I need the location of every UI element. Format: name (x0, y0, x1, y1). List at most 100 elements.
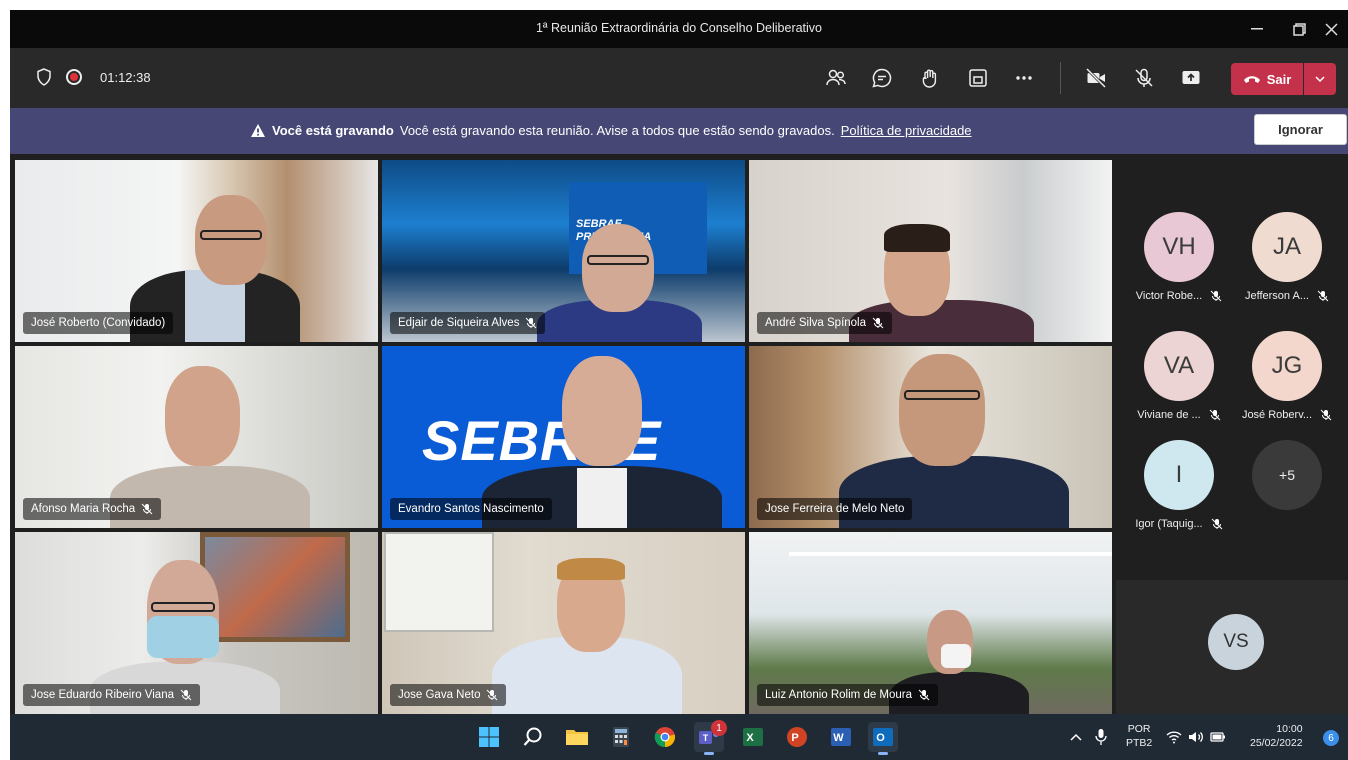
reactions-button[interactable] (916, 64, 944, 92)
language-indicator[interactable]: POR PTB2 (1126, 722, 1152, 750)
warning-icon (251, 124, 265, 137)
recording-icon[interactable] (66, 69, 82, 85)
svg-text:X: X (746, 732, 754, 744)
camera-toggle[interactable] (1082, 64, 1110, 92)
tile-nameplate: Edjair de Siqueira Alves (390, 312, 546, 334)
participant-head (195, 195, 267, 285)
participant-avatar[interactable]: I Igor (Taquig... (1124, 440, 1234, 530)
video-tile[interactable]: SEBRAE Evandro Santos Nascimento (382, 346, 745, 528)
close-icon (1324, 22, 1338, 36)
chrome-button[interactable] (650, 722, 680, 752)
mic-off-icon (872, 317, 884, 329)
calculator-icon (613, 727, 629, 747)
excel-button[interactable]: X (738, 722, 768, 752)
participant-name: Victor Robe... (1135, 290, 1203, 302)
participant-avatar[interactable]: JA Jefferson A... (1232, 212, 1342, 302)
banner-text: Você está gravando esta reunião. Avise a… (399, 123, 835, 138)
participant-avatar[interactable]: VH Victor Robe... (1124, 212, 1234, 302)
participant-name: André Silva Spínola (765, 317, 867, 329)
meeting-toolbar: 01:12:38 Sair (10, 48, 1348, 108)
mic-off-icon (1211, 518, 1222, 530)
windows-logo-icon (479, 727, 499, 747)
outlook-button[interactable]: O (868, 722, 898, 755)
participant-hair (557, 558, 625, 580)
rooms-button[interactable] (964, 64, 992, 92)
participant-avatar[interactable]: VA Viviane de ... (1124, 331, 1234, 421)
svg-text:O: O (876, 732, 885, 744)
powerpoint-button[interactable]: P (782, 722, 812, 752)
leave-options-button[interactable] (1304, 63, 1336, 95)
active-indicator (704, 752, 714, 755)
video-tile[interactable]: Jose Eduardo Ribeiro Viana (15, 532, 378, 714)
mic-off-icon (141, 503, 153, 515)
meeting-status: 01:12:38 (36, 68, 151, 86)
mic-off-icon (918, 689, 930, 701)
minimize-button[interactable] (1242, 16, 1272, 42)
clock[interactable]: 10:00 25/02/2022 (1250, 722, 1303, 750)
banner-message: Você está gravando Você está gravando es… (250, 123, 972, 138)
video-tile[interactable]: José Roberto (Convidado) (15, 160, 378, 342)
video-tile[interactable]: Luiz Antonio Rolim de Moura (749, 532, 1112, 714)
avatar-circle: VH (1144, 212, 1214, 282)
chat-button[interactable] (868, 64, 896, 92)
participant-name: Edjair de Siqueira Alves (398, 317, 520, 329)
avatar-initials: I (1175, 461, 1183, 488)
chrome-icon (654, 727, 676, 748)
maximize-button[interactable] (1284, 16, 1314, 42)
tray-overflow-button[interactable] (1066, 722, 1086, 752)
notification-badge[interactable]: 6 (1323, 730, 1339, 746)
more-actions-button[interactable] (1010, 64, 1038, 92)
quick-settings-button[interactable] (1166, 722, 1226, 752)
participant-glasses (151, 602, 215, 612)
tray-mic-button[interactable] (1090, 722, 1112, 752)
chat-icon (872, 68, 892, 88)
powerpoint-icon: P (787, 727, 807, 747)
window-frame (789, 552, 1112, 556)
face-mask (147, 616, 219, 658)
avatar-label: Jefferson A... (1232, 290, 1342, 302)
mic-off-icon (526, 317, 537, 329)
people-icon (826, 69, 846, 86)
participant-hair (884, 224, 950, 252)
whiteboard (384, 532, 494, 632)
video-stage: José Roberto (Convidado) SEBRAE PREVIDÊN… (10, 154, 1348, 714)
hang-up-icon (1243, 76, 1260, 83)
participant-name: Jose Eduardo Ribeiro Viana (31, 689, 174, 701)
avatar-initials: VH (1162, 233, 1196, 260)
leave-button[interactable]: Sair (1231, 63, 1303, 95)
self-view[interactable]: VS (1116, 580, 1348, 714)
people-button[interactable] (822, 64, 850, 92)
restore-icon (1292, 22, 1306, 36)
mic-off-icon (1317, 290, 1329, 302)
meeting-timer: 01:12:38 (100, 69, 151, 85)
windows-taskbar: T 1 X P W O POR PTB2 10:00 25/02/2022 6 (10, 714, 1348, 760)
participant-name: Evandro Santos Nascimento (398, 503, 544, 515)
video-tile[interactable]: André Silva Spínola (749, 160, 1112, 342)
video-tile[interactable]: Afonso Maria Rocha (15, 346, 378, 528)
participant-name: Viviane de ... (1137, 409, 1201, 421)
teams-button[interactable]: T 1 (694, 720, 727, 755)
participant-avatar[interactable]: JG José Roberv... (1232, 331, 1342, 421)
video-tile[interactable]: Jose Ferreira de Melo Neto (749, 346, 1112, 528)
search-button[interactable] (518, 722, 548, 752)
file-explorer-button[interactable] (562, 722, 592, 752)
svg-text:T: T (703, 733, 709, 743)
mic-off-icon (487, 689, 498, 701)
share-button[interactable] (1177, 64, 1205, 92)
chevron-up-icon (1070, 733, 1082, 741)
privacy-policy-link[interactable]: Política de privacidade (841, 123, 972, 138)
face-mask (941, 644, 971, 668)
video-tile[interactable]: Jose Gava Neto (382, 532, 745, 714)
shield-icon[interactable] (36, 68, 52, 86)
calculator-button[interactable] (606, 722, 636, 752)
participant-head (582, 224, 654, 312)
svg-text:P: P (791, 732, 798, 744)
mic-toggle[interactable] (1130, 64, 1158, 92)
tile-nameplate: Jose Gava Neto (390, 684, 507, 706)
video-tile[interactable]: SEBRAE PREVIDÊNCIA Edjair de Siqueira Al… (382, 160, 745, 342)
more-participants-button[interactable]: +5 (1232, 440, 1342, 510)
dismiss-button[interactable]: Ignorar (1254, 114, 1347, 145)
close-button[interactable] (1316, 16, 1346, 42)
word-button[interactable]: W (826, 722, 856, 752)
start-button[interactable] (474, 722, 504, 752)
